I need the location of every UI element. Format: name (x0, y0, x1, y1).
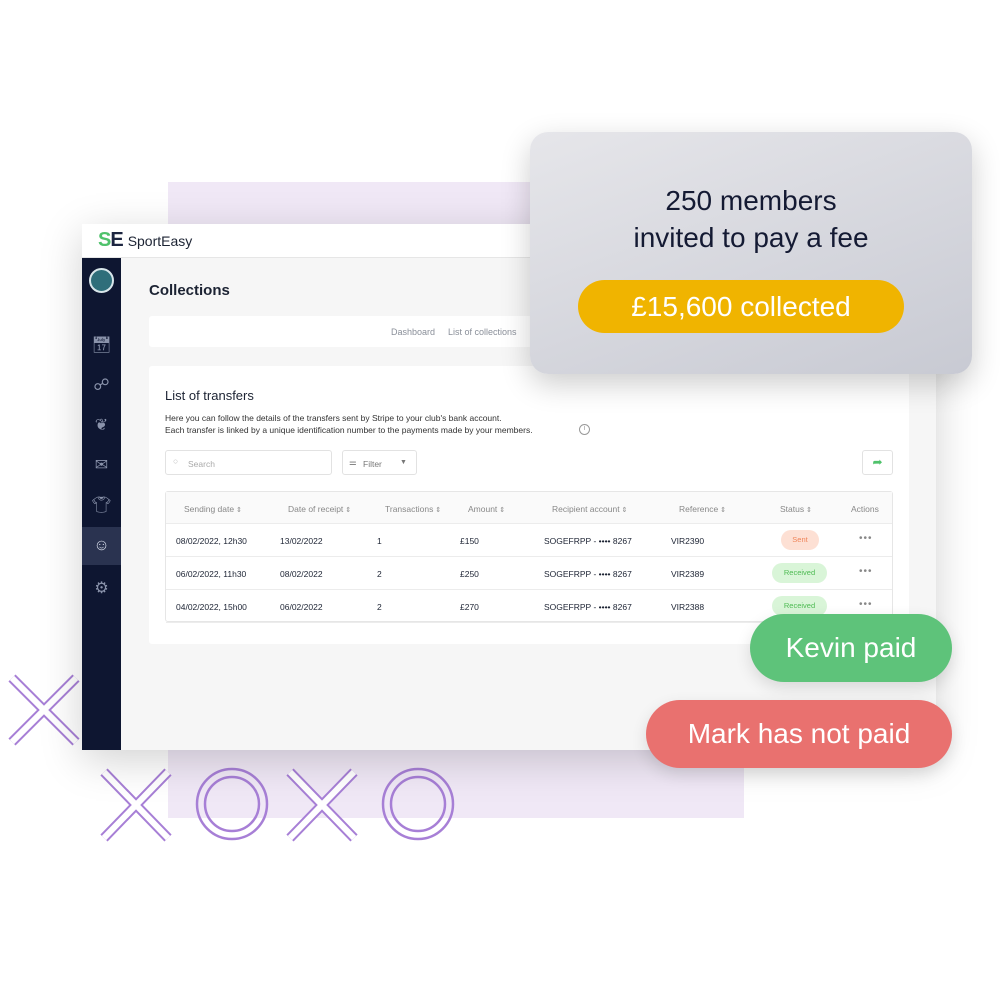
more-actions-button[interactable]: ••• (859, 566, 873, 577)
column-header[interactable]: Status ⇕ (780, 504, 812, 514)
sort-icon[interactable]: ⇕ (234, 507, 242, 514)
sort-icon[interactable]: ⇕ (497, 507, 505, 514)
sidebar: 📅︎ ☍ ❦ ✉ 👕︎ ☺ ⚙ (82, 258, 121, 750)
table-cell: 06/02/2022, 11h30 (176, 569, 247, 579)
tab-dashboard[interactable]: Dashboard (391, 327, 435, 337)
x-shape (286, 768, 358, 842)
table-cell: 2 (377, 602, 382, 612)
table-row[interactable]: 06/02/2022, 11h30 08/02/2022 2 £250 SOGEFRPP… (166, 557, 892, 590)
table-cell: 08/02/2022, 12h30 (176, 536, 247, 546)
column-header[interactable]: Sending date ⇕ (184, 504, 242, 514)
sort-icon[interactable]: ⇕ (718, 507, 726, 514)
sort-icon[interactable]: ⇕ (804, 507, 812, 514)
sidebar-item-calendar[interactable]: 📅︎ (82, 326, 121, 364)
more-actions-button[interactable]: ••• (859, 599, 873, 610)
calendar-icon: 📅︎ (91, 337, 112, 354)
hand-payment-icon: ☺ (93, 537, 110, 554)
summary-card: 250 members invited to pay a fee £15,600… (530, 132, 972, 374)
sidebar-item-competitions[interactable]: ❦ (82, 406, 121, 444)
mail-icon: ✉ (94, 457, 109, 474)
share-icon: ➦ (872, 455, 883, 469)
laurel-icon: ❦ (94, 417, 109, 434)
paid-tag: Kevin paid (750, 614, 952, 682)
sidebar-item-messages[interactable]: ✉ (82, 446, 121, 484)
status-badge: Received (772, 563, 827, 583)
column-header[interactable]: Reference ⇕ (679, 504, 726, 514)
info-icon[interactable]: i (579, 424, 590, 435)
table-cell: VIR2388 (671, 602, 705, 612)
table-row[interactable]: 08/02/2022, 12h30 13/02/2022 1 £150 SOGEFRPP… (166, 524, 892, 557)
column-header[interactable]: Recipient account ⇕ (552, 504, 627, 514)
table-cell: 13/02/2022 (280, 536, 323, 546)
table-cell: 1 (377, 536, 382, 546)
sidebar-item-members[interactable]: ☍ (82, 366, 121, 404)
column-header[interactable]: Actions (851, 504, 879, 514)
sidebar-item-collections[interactable]: ☺ (82, 527, 121, 565)
x-shape (8, 674, 80, 746)
gear-icon: ⚙ (94, 580, 109, 597)
shirt-icon: 👕︎ (91, 497, 112, 514)
search-input[interactable]: ○ Search (165, 450, 332, 475)
table-cell: £250 (460, 569, 479, 579)
column-header[interactable]: Amount ⇕ (468, 504, 505, 514)
filter-dropdown[interactable]: ⚌ Filter ▼ (342, 450, 417, 475)
table-cell: SOGEFRPP - •••• 8267 (544, 536, 632, 546)
status-badge: Received (772, 596, 827, 616)
table-cell: VIR2390 (671, 536, 705, 546)
table-cell: 2 (377, 569, 382, 579)
table-header: Sending date ⇕ Date of receipt ⇕ Transacti… (166, 492, 892, 524)
table-cell: 08/02/2022 (280, 569, 323, 579)
table-cell: £150 (460, 536, 479, 546)
summary-line: 250 members (665, 185, 837, 216)
x-shape (100, 768, 172, 842)
summary-line: invited to pay a fee (633, 222, 869, 253)
sidebar-item-equipment[interactable]: 👕︎ (82, 486, 121, 524)
o-shape (381, 767, 455, 841)
sidebar-item-settings[interactable]: ⚙ (82, 569, 121, 607)
unpaid-tag: Mark has not paid (646, 700, 952, 768)
club-crest-avatar[interactable] (89, 268, 114, 293)
collected-badge: £15,600 collected (578, 280, 904, 333)
status-badge: Sent (781, 530, 819, 550)
search-icon: ○ (173, 456, 179, 466)
more-actions-button[interactable]: ••• (859, 533, 873, 544)
description: Here you can follow the details of the t… (165, 413, 502, 423)
table-cell: 06/02/2022 (280, 602, 323, 612)
table-cell: 04/02/2022, 15h00 (176, 602, 247, 612)
tab-list-of-collections[interactable]: List of collections (448, 327, 517, 337)
table-cell: SOGEFRPP - •••• 8267 (544, 569, 632, 579)
sliders-icon: ⚌ (349, 457, 357, 467)
table-cell: £270 (460, 602, 479, 612)
export-button[interactable]: ➦ (862, 450, 893, 475)
chevron-down-icon: ▼ (400, 459, 407, 466)
section-title: List of transfers (165, 388, 254, 403)
transfers-table: Sending date ⇕ Date of receipt ⇕ Transacti… (165, 491, 893, 623)
transfers-card: List of transfers Here you can follow th… (149, 366, 909, 644)
sporteasy-logo[interactable]: SE (98, 229, 128, 252)
o-shape (195, 767, 269, 841)
members-icon: ☍ (93, 377, 110, 394)
page-title: Collections (149, 282, 230, 299)
sort-icon[interactable]: ⇕ (343, 507, 351, 514)
table-cell: SOGEFRPP - •••• 8267 (544, 602, 632, 612)
column-header[interactable]: Transactions ⇕ (385, 504, 441, 514)
sort-icon[interactable]: ⇕ (433, 507, 441, 514)
table-cell: VIR2389 (671, 569, 705, 579)
brand-name: SportEasy (127, 232, 193, 249)
sort-icon[interactable]: ⇕ (620, 507, 628, 514)
column-header[interactable]: Date of receipt ⇕ (288, 504, 351, 514)
description: Each transfer is linked by a unique iden… (165, 425, 533, 435)
